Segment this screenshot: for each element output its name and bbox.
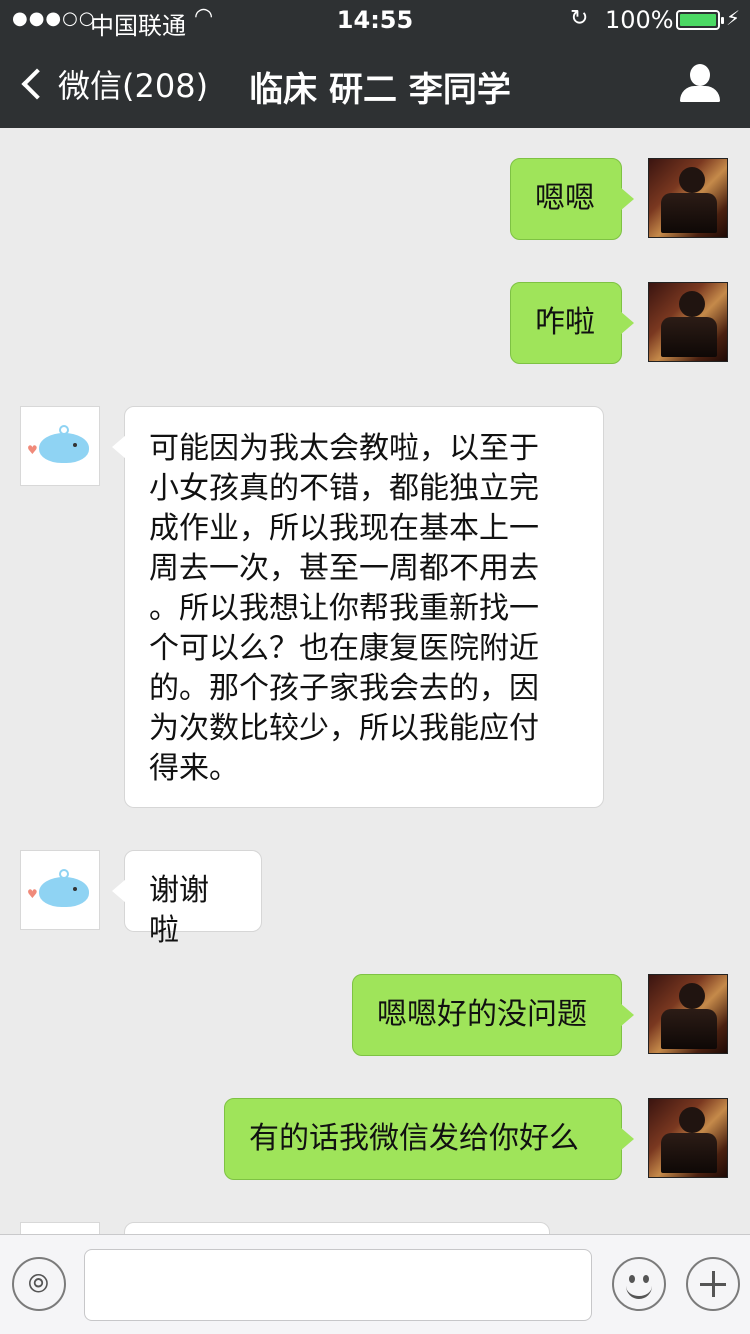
more-actions-button[interactable] [686,1257,740,1311]
chat-title: 临床 研二 李同学 [249,70,511,110]
person-icon [690,64,710,86]
my-avatar[interactable] [648,158,728,238]
input-bar: ⦾ [0,1234,750,1334]
status-bar: ●●●○○ 中国联通 ◠ 14:55 ↻ 100% ⚡ [0,0,750,40]
chat-messages[interactable]: 嗯嗯 咋啦 ♥ 可能因为我太会教啦，以至于 小女孩真的不错，都能独立完 成作业，… [0,128,750,1234]
message-bubble[interactable]: 有的话我微信发给你好么 [224,1098,634,1180]
message-row: ♥ 可能因为我太会教啦，以至于 小女孩真的不错，都能独立完 成作业，所以我现在基… [0,376,750,816]
message-row: 有的话我微信发给你好么 [0,1068,750,1188]
heart-icon: ♥ [27,887,38,901]
message-row: 咋啦 [0,252,750,372]
message-input[interactable] [84,1249,592,1321]
contact-avatar[interactable] [20,1222,100,1234]
message-bubble[interactable]: 可能因为我太会教啦，以至于 小女孩真的不错，都能独立完 成作业，所以我现在基本上… [112,406,604,808]
my-avatar[interactable] [648,974,728,1054]
voice-icon: ⦾ [28,1269,49,1299]
contact-avatar[interactable]: ♥ [20,850,100,930]
message-text: 咋啦 [535,305,595,340]
message-row: ♥ 谢谢啦 [0,820,750,948]
battery-icon [676,10,724,30]
message-row: 嗯嗯 [0,128,750,248]
voice-input-button[interactable]: ⦾ [12,1257,66,1311]
message-text: 嗯嗯好的没问题 [377,997,587,1032]
message-bubble[interactable] [124,1222,550,1234]
message-text: 可能因为我太会教啦，以至于 小女孩真的不错，都能独立完 成作业，所以我现在基本上… [149,431,539,786]
message-row: 嗯嗯好的没问题 [0,944,750,1064]
top-bar: ●●●○○ 中国联通 ◠ 14:55 ↻ 100% ⚡ 微信(208) 临床 研… [0,0,750,128]
my-avatar[interactable] [648,282,728,362]
message-text: 嗯嗯 [535,181,595,216]
emoji-button[interactable] [612,1257,666,1311]
message-row [0,1192,750,1234]
message-bubble[interactable]: 嗯嗯 [510,158,634,240]
charging-icon: ⚡ [726,6,741,30]
whale-icon [39,425,89,463]
message-bubble[interactable]: 嗯嗯好的没问题 [352,974,634,1056]
my-avatar[interactable] [648,1098,728,1178]
contact-avatar[interactable]: ♥ [20,406,100,486]
message-bubble[interactable]: 谢谢啦 [112,850,262,948]
contact-profile-button[interactable] [680,64,720,104]
message-text: 有的话我微信发给你好么 [249,1121,579,1156]
rotation-lock-icon: ↻ [570,6,589,31]
battery-percent: 100% [605,6,674,34]
nav-bar: 微信(208) 临床 研二 李同学 [0,40,750,128]
message-bubble[interactable]: 咋啦 [510,282,634,364]
heart-icon: ♥ [27,443,38,457]
emoji-icon [629,1275,635,1283]
whale-icon [39,869,89,907]
